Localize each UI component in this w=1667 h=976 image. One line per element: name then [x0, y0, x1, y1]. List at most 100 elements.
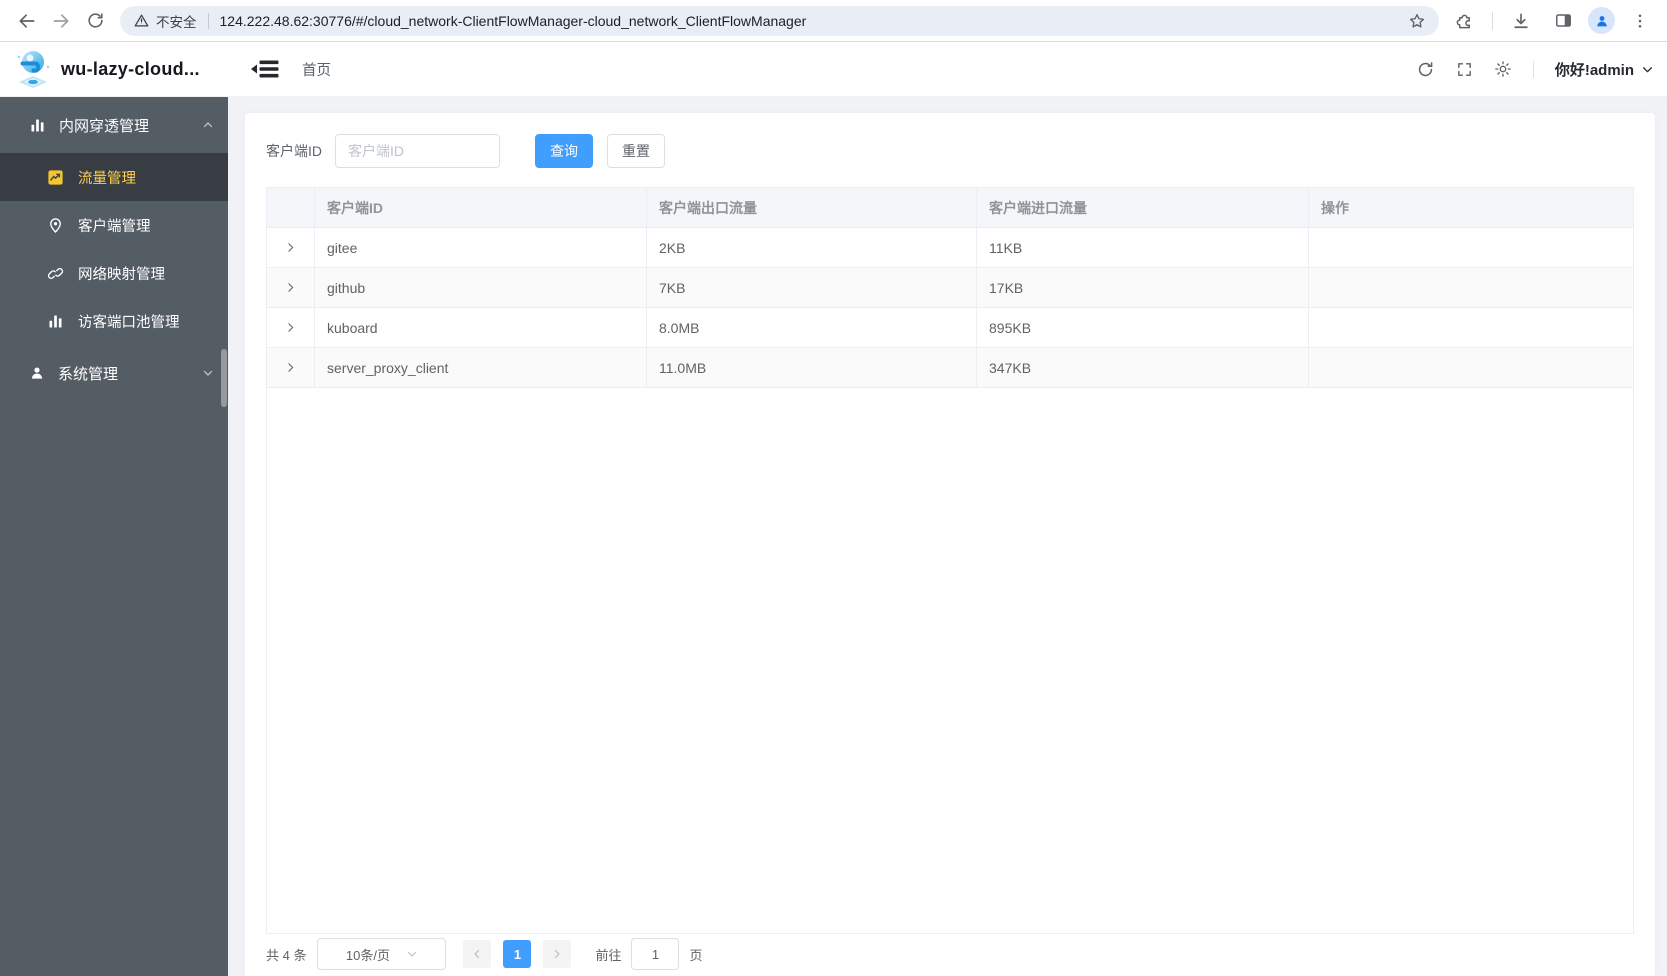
sidebar-item-label: 客户端管理 — [78, 218, 151, 235]
client-id-input[interactable] — [335, 134, 500, 168]
screen: 不安全 124.222.48.62:30776/#/cloud_network-… — [0, 0, 1667, 976]
sidebar-item-flow-management[interactable]: 流量管理 — [0, 153, 228, 201]
goto-page-input[interactable] — [631, 938, 680, 970]
goto-label: 前往 — [595, 947, 622, 963]
forward-icon[interactable] — [44, 4, 78, 38]
user-icon — [31, 367, 43, 379]
reset-button[interactable]: 重置 — [607, 134, 665, 168]
page-number-button[interactable]: 1 — [503, 940, 532, 968]
row-expand-icon[interactable] — [267, 308, 315, 348]
sidebar-group-label: 系统管理 — [58, 365, 119, 383]
table-row: github 7KB 17KB — [267, 268, 1633, 308]
sidebar-scrollbar-thumb[interactable] — [221, 349, 227, 407]
chevron-down-icon — [203, 370, 213, 376]
cell-in-flow: 895KB — [977, 308, 1309, 348]
browser-actions — [1447, 4, 1657, 38]
sidebar: 内网穿透管理 流量管理 客户端管理 网络映射管理 访客端口池管理 系统管理 — [0, 97, 228, 976]
sidebar-item-visitor-port-pool[interactable]: 访客端口池管理 — [0, 297, 228, 345]
bar-chart-icon — [49, 314, 62, 328]
cell-out-flow: 2KB — [647, 228, 977, 268]
omnibox-separator — [207, 12, 209, 29]
page-unit-label: 页 — [689, 947, 703, 963]
cell-client-id: gitee — [315, 228, 647, 268]
query-button[interactable]: 查询 — [535, 134, 593, 168]
fullscreen-icon[interactable] — [1456, 61, 1473, 78]
prev-page-button[interactable] — [463, 940, 492, 968]
cell-out-flow: 11.0MB — [647, 348, 977, 388]
filter-bar: 客户端ID 查询 重置 — [266, 134, 1634, 168]
sidebar-group-intranet[interactable]: 内网穿透管理 — [0, 97, 228, 153]
app-logo — [17, 51, 50, 88]
link-icon — [47, 267, 64, 279]
cell-actions — [1309, 228, 1633, 268]
sidebar-item-client-management[interactable]: 客户端管理 — [0, 201, 228, 249]
app-header: wu-lazy-cloud... 首页 你好!admin — [0, 42, 1667, 97]
logo-area: wu-lazy-cloud... — [0, 49, 228, 89]
toolbar-separator — [1492, 11, 1493, 30]
side-panel-icon[interactable] — [1546, 4, 1580, 38]
location-pin-icon — [50, 217, 61, 233]
chevron-right-icon — [555, 949, 561, 959]
column-header-client-id: 客户端ID — [315, 188, 647, 228]
cell-client-id: kuboard — [315, 308, 647, 348]
profile-avatar[interactable] — [1588, 7, 1615, 34]
sidebar-item-network-mapping[interactable]: 网络映射管理 — [0, 249, 228, 297]
sidebar-item-label: 访客端口池管理 — [78, 314, 180, 331]
user-icon — [1596, 15, 1607, 26]
row-expand-icon[interactable] — [267, 228, 315, 268]
column-header-in-flow: 客户端进口流量 — [977, 188, 1309, 228]
main-content: 客户端ID 查询 重置 客户端ID 客户端出口流量 客户端进口流量 操作 — [228, 97, 1667, 976]
row-expand-icon[interactable] — [267, 348, 315, 388]
cell-out-flow: 8.0MB — [647, 308, 977, 348]
cell-out-flow: 7KB — [647, 268, 977, 308]
security-label: 不安全 — [156, 14, 197, 30]
reload-icon[interactable] — [78, 4, 112, 38]
row-expand-icon[interactable] — [267, 268, 315, 308]
sidebar-fold-icon[interactable] — [250, 57, 279, 81]
cell-in-flow: 11KB — [977, 228, 1309, 268]
header-separator — [1532, 60, 1534, 78]
sidebar-group-system[interactable]: 系统管理 — [0, 345, 228, 401]
header-actions: 你好!admin — [1416, 59, 1667, 80]
chevron-down-icon — [407, 951, 417, 957]
chevron-left-icon — [474, 949, 480, 959]
sidebar-group-label: 内网穿透管理 — [59, 117, 150, 135]
browser-toolbar: 不安全 124.222.48.62:30776/#/cloud_network-… — [0, 0, 1667, 42]
cell-in-flow: 17KB — [977, 268, 1309, 308]
column-header-actions: 操作 — [1309, 188, 1633, 228]
sidebar-item-label: 流量管理 — [78, 170, 136, 187]
theme-sun-icon[interactable] — [1494, 60, 1512, 78]
next-page-button[interactable] — [543, 940, 572, 968]
security-chip[interactable]: 不安全 — [134, 11, 197, 31]
pagination: 共 4 条 10条/页 1 前往 页 — [266, 938, 703, 970]
cell-in-flow: 347KB — [977, 348, 1309, 388]
browser-menu-icon[interactable] — [1623, 4, 1657, 38]
url-text: 124.222.48.62:30776/#/cloud_network-Clie… — [219, 12, 807, 29]
user-menu[interactable]: 你好!admin — [1555, 59, 1654, 80]
chevron-down-icon — [1643, 66, 1652, 72]
back-icon[interactable] — [10, 4, 44, 38]
page-size-value: 10条/页 — [345, 947, 390, 963]
content-card: 客户端ID 查询 重置 客户端ID 客户端出口流量 客户端进口流量 操作 — [245, 113, 1655, 976]
trend-chart-icon — [48, 169, 63, 185]
page-size-select[interactable]: 10条/页 — [317, 938, 447, 970]
sidebar-item-label: 网络映射管理 — [78, 266, 165, 283]
cell-actions — [1309, 308, 1633, 348]
table-row: kuboard 8.0MB 895KB — [267, 308, 1633, 348]
extensions-icon[interactable] — [1447, 4, 1481, 38]
app-title: wu-lazy-cloud... — [61, 58, 200, 79]
chevron-up-icon — [203, 122, 213, 128]
expand-column-header — [267, 188, 315, 228]
breadcrumb[interactable]: 首页 — [302, 59, 331, 80]
bar-chart-icon — [31, 118, 44, 132]
downloads-icon[interactable] — [1504, 4, 1538, 38]
cell-actions — [1309, 348, 1633, 388]
column-header-out-flow: 客户端出口流量 — [647, 188, 977, 228]
flow-table: 客户端ID 客户端出口流量 客户端进口流量 操作 gitee 2KB 11KB — [266, 187, 1634, 934]
table-header-row: 客户端ID 客户端出口流量 客户端进口流量 操作 — [267, 188, 1633, 228]
cell-client-id: github — [315, 268, 647, 308]
bookmark-star-icon[interactable] — [1403, 7, 1431, 35]
client-id-label: 客户端ID — [266, 143, 322, 159]
refresh-icon[interactable] — [1416, 60, 1435, 79]
address-bar[interactable]: 不安全 124.222.48.62:30776/#/cloud_network-… — [120, 5, 1439, 36]
